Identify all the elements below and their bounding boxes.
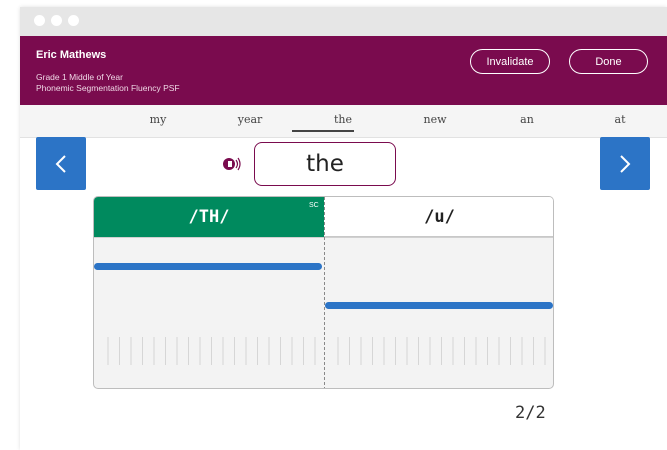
word-navigation-bar: my year the new an at: [20, 105, 667, 138]
invalidate-button[interactable]: Invalidate: [470, 49, 550, 74]
phoneme-grid: /TH/ SC /u/: [93, 196, 554, 389]
active-word-indicator: [292, 130, 354, 132]
window-control-close[interactable]: [34, 15, 45, 26]
word-tab-new[interactable]: new: [423, 113, 446, 126]
previous-button[interactable]: [36, 137, 86, 190]
speaker-icon[interactable]: [222, 155, 242, 173]
response-bar-2[interactable]: [325, 302, 553, 309]
chevron-right-icon: [620, 154, 631, 173]
done-button[interactable]: Done: [569, 49, 648, 74]
student-header: Eric Mathews Grade 1 Middle of Year Phon…: [20, 36, 667, 105]
chevron-left-icon: [55, 154, 66, 173]
timing-ticks: [107, 337, 546, 365]
page-counter: 2/2: [515, 403, 546, 423]
student-name: Eric Mathews: [36, 49, 107, 61]
window-titlebar: [20, 7, 667, 36]
word-tab-the[interactable]: the: [334, 113, 352, 126]
next-button[interactable]: [600, 137, 650, 190]
measure-info: Phonemic Segmentation Fluency PSF: [36, 83, 180, 93]
word-tab-year[interactable]: year: [238, 113, 263, 126]
word-tab-at[interactable]: at: [615, 113, 626, 126]
sc-mark: SC: [309, 202, 319, 209]
phoneme-segment-2[interactable]: /u/: [324, 197, 553, 237]
response-bar-1[interactable]: [94, 263, 322, 270]
target-word: the: [254, 142, 396, 186]
window-control-minimize[interactable]: [51, 15, 62, 26]
grade-info: Grade 1 Middle of Year: [36, 72, 123, 82]
word-tab-an[interactable]: an: [520, 113, 534, 126]
word-tab-my[interactable]: my: [150, 113, 167, 126]
window-control-maximize[interactable]: [68, 15, 79, 26]
phoneme-segment-1[interactable]: /TH/: [94, 197, 324, 237]
